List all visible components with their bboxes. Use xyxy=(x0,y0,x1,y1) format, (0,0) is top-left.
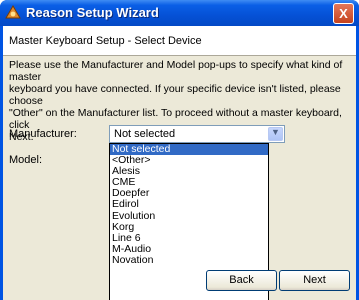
close-button[interactable]: X xyxy=(333,3,354,24)
dropdown-option[interactable]: Evolution xyxy=(110,210,268,222)
manufacturer-select[interactable]: Not selected ▼ xyxy=(109,125,285,143)
wizard-header: Master Keyboard Setup - Select Device xyxy=(3,26,356,56)
manufacturer-value: Not selected xyxy=(114,128,176,140)
wizard-window: Reason Setup Wizard X Master Keyboard Se… xyxy=(0,0,359,300)
wizard-body: Master Keyboard Setup - Select Device Pl… xyxy=(3,26,356,300)
close-icon: X xyxy=(339,6,348,21)
reason-app-icon xyxy=(5,5,21,19)
next-button[interactable]: Next xyxy=(279,270,350,291)
title-bar[interactable]: Reason Setup Wizard X xyxy=(0,0,359,26)
window-title: Reason Setup Wizard xyxy=(26,5,159,20)
manufacturer-label: Manufacturer: xyxy=(9,128,77,140)
chevron-down-icon: ▼ xyxy=(271,127,280,137)
page-title: Master Keyboard Setup - Select Device xyxy=(9,35,202,47)
model-label: Model: xyxy=(9,154,43,166)
dropdown-option[interactable]: Edirol xyxy=(110,199,268,210)
dropdown-option[interactable]: Novation xyxy=(110,254,268,266)
back-button[interactable]: Back xyxy=(206,270,277,291)
dropdown-arrow-button[interactable]: ▼ xyxy=(268,127,283,141)
